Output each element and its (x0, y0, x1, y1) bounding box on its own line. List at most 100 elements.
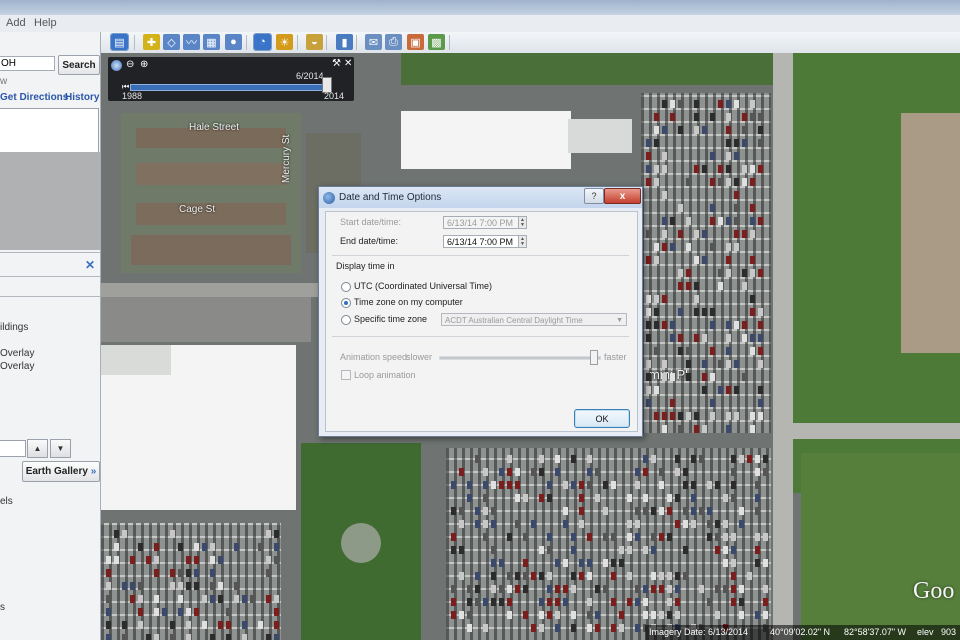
car (646, 178, 651, 186)
close-slider-icon[interactable]: ✕ (344, 58, 352, 69)
history-link[interactable]: History (65, 92, 99, 103)
car (646, 256, 651, 264)
dialog-titlebar[interactable]: Date and Time Options ? x (319, 187, 642, 208)
zoom-out-time-icon[interactable]: ⊖ (126, 59, 134, 70)
car (702, 308, 707, 316)
car (627, 533, 632, 541)
car (667, 494, 672, 502)
path-icon[interactable]: 〰 (183, 34, 200, 50)
car (603, 533, 608, 541)
car (234, 595, 239, 603)
car (186, 621, 191, 629)
local-timezone-radio[interactable] (341, 298, 351, 308)
local-timezone-option-label[interactable]: Time zone on my computer (354, 297, 463, 307)
search-button[interactable]: Search (58, 55, 100, 75)
specific-timezone-option-label[interactable]: Specific time zone (354, 314, 427, 324)
search-results-panel (0, 108, 99, 153)
sunlight-icon[interactable]: ☀ (276, 34, 293, 50)
car (710, 412, 715, 420)
move-up-button[interactable]: ▲ (27, 439, 48, 458)
end-date-field[interactable]: 6/13/14 7:00 PM (443, 235, 519, 248)
close-icon[interactable]: ✕ (85, 258, 95, 272)
car (723, 559, 728, 567)
wrench-icon[interactable]: ⚒ (332, 58, 341, 69)
car (678, 334, 683, 342)
car (154, 608, 159, 616)
car (662, 373, 667, 381)
layer-item-overlay[interactable]: Overlay (0, 361, 34, 372)
ruler-icon[interactable]: ▮ (336, 34, 353, 50)
historical-imagery-icon[interactable]: ◔ (253, 33, 272, 51)
car (587, 559, 592, 567)
places-filter-input[interactable] (0, 440, 26, 457)
zoom-in-time-icon[interactable]: ⊕ (140, 59, 148, 70)
car (750, 269, 755, 277)
utc-radio[interactable] (341, 282, 351, 292)
car (718, 269, 723, 277)
slower-label: slower (406, 352, 433, 362)
image-overlay-icon[interactable]: ▦ (203, 34, 220, 50)
car (643, 494, 648, 502)
car (758, 347, 763, 355)
car (210, 569, 215, 577)
car (667, 598, 672, 606)
car (547, 572, 552, 580)
car (686, 217, 691, 225)
car (154, 595, 159, 603)
car (662, 152, 667, 160)
car (627, 598, 632, 606)
view-in-maps-icon[interactable]: ▩ (428, 34, 445, 50)
layer-item-overlay[interactable]: Overlay (0, 348, 34, 359)
car (691, 494, 696, 502)
ok-button[interactable]: OK (574, 409, 630, 428)
car (654, 321, 659, 329)
utc-option-label[interactable]: UTC (Coordinated Universal Time) (354, 281, 492, 291)
move-down-button[interactable]: ▼ (50, 439, 71, 458)
polygon-icon[interactable]: ◇ (163, 34, 180, 50)
car (723, 546, 728, 554)
car (710, 399, 715, 407)
car (579, 559, 584, 567)
placemark-icon[interactable]: ✚ (143, 34, 160, 50)
car (202, 595, 207, 603)
car (635, 585, 640, 593)
clock-icon[interactable] (111, 60, 122, 71)
car (654, 386, 659, 394)
car (723, 494, 728, 502)
car (138, 582, 143, 590)
planets-icon[interactable]: ◒ (306, 34, 323, 50)
car (563, 481, 568, 489)
street-label: Cage St (179, 204, 216, 215)
car (274, 634, 279, 640)
car (539, 546, 544, 554)
help-button[interactable]: ? (584, 188, 604, 204)
car (715, 546, 720, 554)
car (654, 256, 659, 264)
menu-help[interactable]: Help (34, 17, 57, 29)
layer-item-buildings[interactable]: ildings (0, 322, 28, 333)
car (563, 559, 568, 567)
timeline-track[interactable] (130, 84, 332, 91)
end-date-spinner[interactable]: ▲ ▼ (518, 235, 527, 248)
car (742, 321, 747, 329)
car (694, 334, 699, 342)
car (483, 507, 488, 515)
car (651, 546, 656, 554)
get-directions-link[interactable]: Get Directions (0, 92, 68, 103)
car (723, 585, 728, 593)
email-icon[interactable]: ✉ (365, 34, 382, 50)
car (635, 468, 640, 476)
menu-add[interactable]: Add (6, 17, 26, 29)
car (731, 494, 736, 502)
close-button[interactable]: x (604, 188, 641, 204)
specific-timezone-radio[interactable] (341, 315, 351, 325)
car (742, 139, 747, 147)
hide-sidebar-icon[interactable]: ▤ (110, 33, 129, 51)
earth-gallery-button[interactable]: Earth Gallery » (22, 461, 100, 482)
print-icon[interactable]: ⎙ (385, 34, 402, 50)
record-tour-icon[interactable]: ● (225, 34, 242, 50)
car (106, 621, 111, 629)
search-input[interactable] (0, 56, 55, 71)
car (571, 585, 576, 593)
save-image-icon[interactable]: ▣ (407, 34, 424, 50)
